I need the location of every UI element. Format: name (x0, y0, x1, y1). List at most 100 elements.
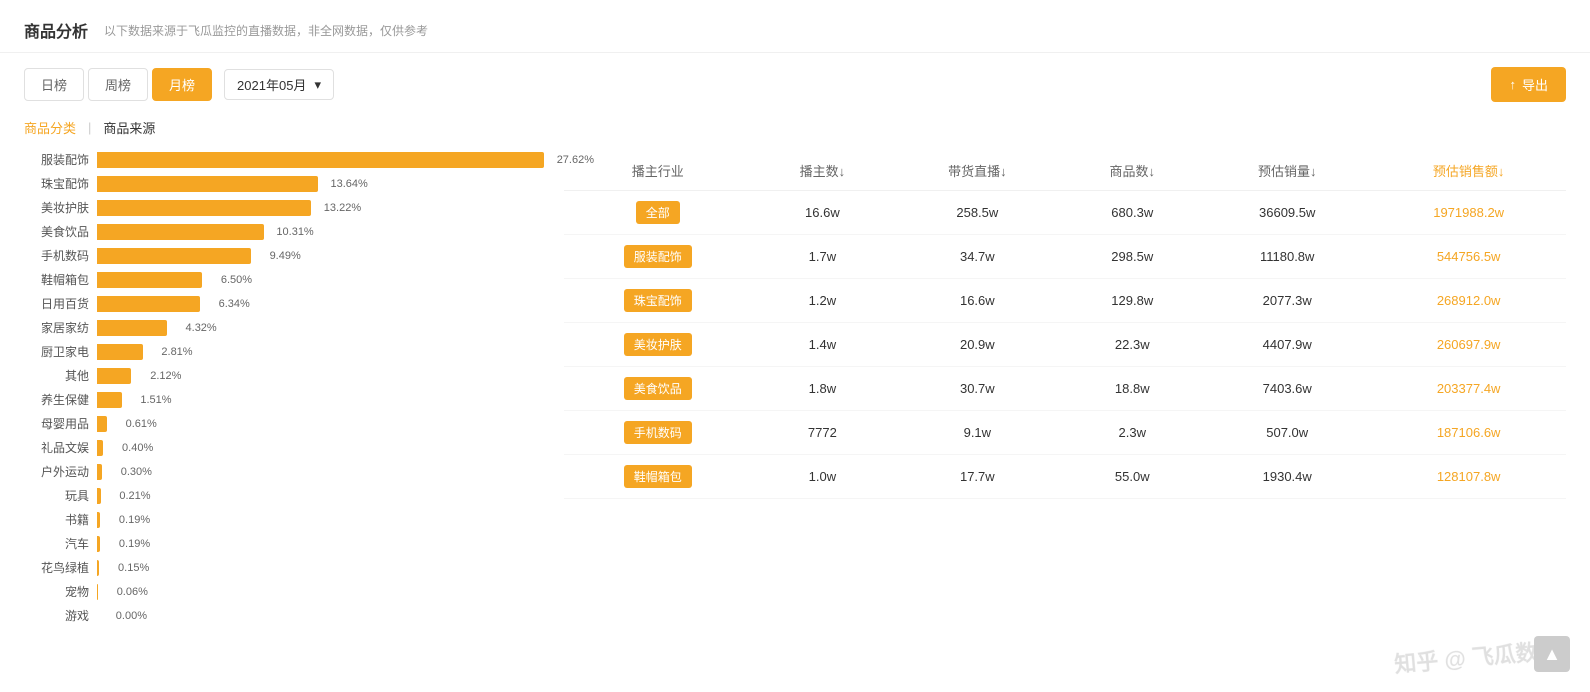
cell-sales: 11180.8w (1203, 235, 1371, 279)
bar-fill: 0.06% (97, 584, 98, 600)
cell-live: 34.7w (893, 235, 1061, 279)
table-header-anchors[interactable]: 播主数↓ (752, 151, 894, 191)
table-header-sales[interactable]: 预估销量↓ (1203, 151, 1371, 191)
tab-weekly[interactable]: 周榜 (88, 68, 148, 101)
cell-sales: 507.0w (1203, 411, 1371, 455)
bar-track: 0.15% (97, 560, 544, 576)
bar-fill: 0.19% (97, 512, 100, 528)
bar-fill: 2.12% (97, 368, 131, 384)
bar-percentage: 0.06% (117, 584, 148, 600)
bar-track: 2.81% (97, 344, 544, 360)
bar-item: 厨卫家电 2.81% (24, 343, 544, 360)
bar-item: 手机数码 9.49% (24, 247, 544, 264)
bar-label: 礼品文娱 (24, 439, 89, 456)
page-subtitle: 以下数据来源于飞瓜监控的直播数据，非全网数据，仅供参考 (104, 22, 428, 39)
cell-revenue: 260697.9w (1371, 323, 1566, 367)
bar-percentage: 6.34% (219, 296, 250, 312)
cell-products: 55.0w (1061, 455, 1203, 499)
bar-track: 9.49% (97, 248, 544, 264)
cell-industry: 服装配饰 (564, 235, 752, 279)
export-icon: ↑ (1509, 77, 1516, 92)
bar-fill: 13.64% (97, 176, 318, 192)
bar-track: 0.19% (97, 512, 544, 528)
bar-fill: 4.32% (97, 320, 167, 336)
bar-label: 厨卫家电 (24, 343, 89, 360)
scroll-to-top-button[interactable]: ▲ (1534, 636, 1570, 672)
cell-sales: 7403.6w (1203, 367, 1371, 411)
bar-item: 宠物 0.06% (24, 583, 544, 600)
bar-track: 0.06% (97, 584, 544, 600)
bar-percentage: 0.40% (122, 440, 153, 456)
bar-fill: 0.61% (97, 416, 107, 432)
main-content: 服装配饰 27.62% 珠宝配饰 13.64% 美妆护肤 13.22% 美食饮品… (0, 151, 1590, 651)
cell-industry: 美食饮品 (564, 367, 752, 411)
bar-fill: 6.34% (97, 296, 200, 312)
tab-daily[interactable]: 日榜 (24, 68, 84, 101)
bar-item: 美妆护肤 13.22% (24, 199, 544, 216)
cat-tab-source[interactable]: 商品来源 (103, 116, 155, 139)
cell-industry: 珠宝配饰 (564, 279, 752, 323)
bar-percentage: 0.30% (121, 464, 152, 480)
tab-monthly[interactable]: 月榜 (152, 68, 212, 101)
cell-products: 2.3w (1061, 411, 1203, 455)
table-header-revenue[interactable]: 预估销售额↓ (1371, 151, 1566, 191)
bar-fill: 1.51% (97, 392, 122, 408)
industry-tag: 鞋帽箱包 (624, 465, 692, 488)
cell-revenue: 1971988.2w (1371, 191, 1566, 235)
date-value: 2021年05月 (237, 75, 306, 94)
table-header-products[interactable]: 商品数↓ (1061, 151, 1203, 191)
cell-live: 17.7w (893, 455, 1061, 499)
cell-live: 16.6w (893, 279, 1061, 323)
bar-percentage: 2.81% (161, 344, 192, 360)
cell-anchors: 1.4w (752, 323, 894, 367)
bar-item: 日用百货 6.34% (24, 295, 544, 312)
bar-label: 鞋帽箱包 (24, 271, 89, 288)
bar-track: 6.34% (97, 296, 544, 312)
cell-revenue: 187106.6w (1371, 411, 1566, 455)
bar-fill: 9.49% (97, 248, 251, 264)
bar-label: 美食饮品 (24, 223, 89, 240)
cell-live: 20.9w (893, 323, 1061, 367)
bar-percentage: 0.19% (119, 512, 150, 528)
bar-fill: 27.62% (97, 152, 544, 168)
cell-revenue: 544756.5w (1371, 235, 1566, 279)
export-label: 导出 (1522, 75, 1548, 94)
date-picker[interactable]: 2021年05月 ▾ (224, 69, 334, 100)
bar-chart: 服装配饰 27.62% 珠宝配饰 13.64% 美妆护肤 13.22% 美食饮品… (24, 151, 544, 631)
bar-label: 服装配饰 (24, 151, 89, 168)
bar-item: 礼品文娱 0.40% (24, 439, 544, 456)
cell-industry: 全部 (564, 191, 752, 235)
table-header-live[interactable]: 带货直播↓ (893, 151, 1061, 191)
bar-item: 书籍 0.19% (24, 511, 544, 528)
page-title: 商品分析 (24, 18, 88, 42)
data-table-section: 播主行业播主数↓带货直播↓商品数↓预估销量↓预估销售额↓全部16.6w258.5… (564, 151, 1566, 631)
tab-group: 日榜 周榜 月榜 2021年05月 ▾ (24, 68, 334, 101)
industry-tag: 珠宝配饰 (624, 289, 692, 312)
export-button[interactable]: ↑ 导出 (1491, 67, 1566, 102)
cat-tab-classification[interactable]: 商品分类 (24, 116, 76, 139)
bar-percentage: 2.12% (150, 368, 181, 384)
cell-anchors: 1.0w (752, 455, 894, 499)
table-row: 珠宝配饰1.2w16.6w129.8w2077.3w268912.0w (564, 279, 1566, 323)
bar-label: 户外运动 (24, 463, 89, 480)
bar-percentage: 10.31% (276, 224, 313, 240)
bar-label: 日用百货 (24, 295, 89, 312)
bar-track: 10.31% (97, 224, 544, 240)
chevron-down-icon: ▾ (314, 77, 321, 93)
cell-live: 30.7w (893, 367, 1061, 411)
bar-percentage: 0.61% (126, 416, 157, 432)
bar-track: 13.22% (97, 200, 544, 216)
bar-track: 0.19% (97, 536, 544, 552)
bar-item: 其他 2.12% (24, 367, 544, 384)
bar-percentage: 13.22% (324, 200, 361, 216)
bar-percentage: 1.51% (140, 392, 171, 408)
cell-live: 258.5w (893, 191, 1061, 235)
bar-item: 美食饮品 10.31% (24, 223, 544, 240)
cell-sales: 4407.9w (1203, 323, 1371, 367)
bar-label: 游戏 (24, 607, 89, 624)
cell-sales: 36609.5w (1203, 191, 1371, 235)
cell-products: 22.3w (1061, 323, 1203, 367)
bar-label: 其他 (24, 367, 89, 384)
bar-fill: 13.22% (97, 200, 311, 216)
table-row: 全部16.6w258.5w680.3w36609.5w1971988.2w (564, 191, 1566, 235)
